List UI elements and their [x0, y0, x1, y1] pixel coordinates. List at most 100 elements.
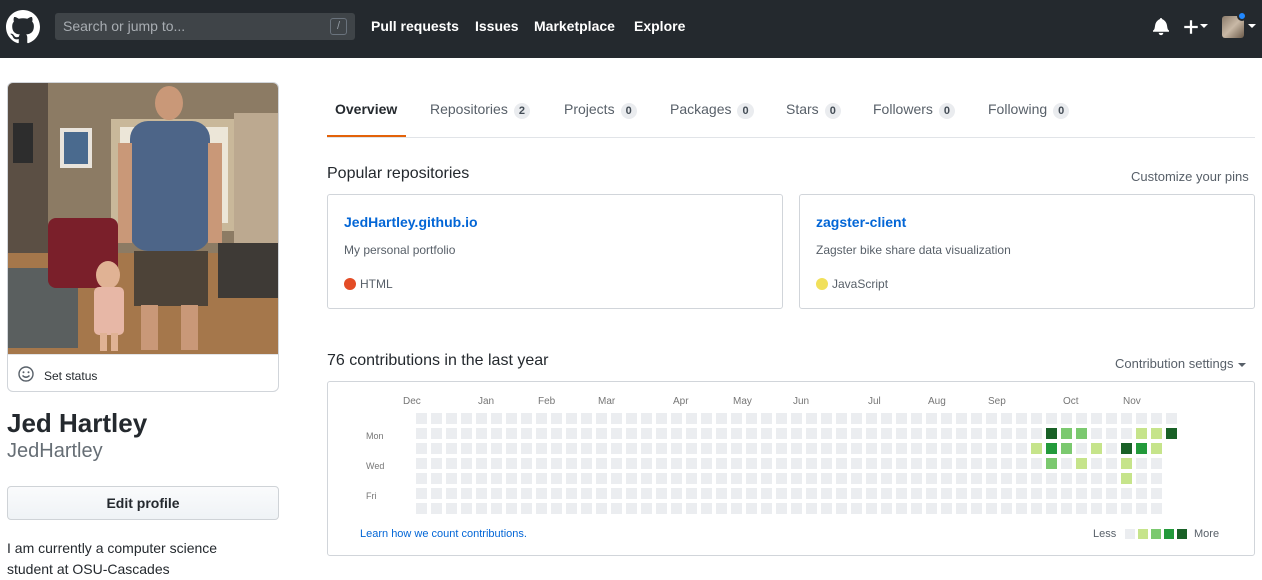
contribution-settings-dropdown[interactable]: Contribution settings	[1115, 356, 1246, 371]
contribution-day[interactable]	[656, 488, 667, 499]
contribution-day[interactable]	[731, 443, 742, 454]
contribution-day[interactable]	[971, 458, 982, 469]
contribution-day[interactable]	[746, 503, 757, 514]
contribution-day[interactable]	[866, 443, 877, 454]
contribution-day[interactable]	[551, 458, 562, 469]
contribution-day[interactable]	[476, 458, 487, 469]
contribution-day[interactable]	[1091, 473, 1102, 484]
contribution-day[interactable]	[1121, 503, 1132, 514]
contribution-day[interactable]	[1031, 413, 1042, 424]
contribution-day[interactable]	[971, 428, 982, 439]
contribution-day[interactable]	[476, 413, 487, 424]
contribution-day[interactable]	[431, 503, 442, 514]
contribution-day[interactable]	[671, 503, 682, 514]
contribution-day[interactable]	[551, 413, 562, 424]
contribution-day[interactable]	[821, 458, 832, 469]
contribution-day[interactable]	[521, 488, 532, 499]
contribution-day[interactable]	[521, 413, 532, 424]
contribution-day[interactable]	[431, 488, 442, 499]
contribution-day[interactable]	[1031, 458, 1042, 469]
contribution-day[interactable]	[491, 458, 502, 469]
tab-followers[interactable]: Followers 0	[873, 101, 956, 119]
contribution-day[interactable]	[866, 473, 877, 484]
contribution-day[interactable]	[1001, 458, 1012, 469]
contribution-day[interactable]	[581, 473, 592, 484]
contribution-day[interactable]	[1106, 443, 1117, 454]
contribution-day[interactable]	[731, 428, 742, 439]
contribution-day[interactable]	[1091, 488, 1102, 499]
search-box[interactable]: Search or jump to... /	[55, 13, 355, 40]
contribution-day[interactable]	[806, 458, 817, 469]
contribution-day[interactable]	[1016, 428, 1027, 439]
contribution-day[interactable]	[656, 473, 667, 484]
contribution-day[interactable]	[611, 473, 622, 484]
contribution-day[interactable]	[551, 473, 562, 484]
contribution-day[interactable]	[821, 413, 832, 424]
contribution-day[interactable]	[491, 443, 502, 454]
contribution-day[interactable]	[536, 428, 547, 439]
contribution-day[interactable]	[1076, 443, 1087, 454]
contribution-day[interactable]	[1076, 488, 1087, 499]
contribution-day[interactable]	[851, 458, 862, 469]
contribution-day[interactable]	[776, 473, 787, 484]
contribution-day[interactable]	[1031, 443, 1042, 454]
contribution-day[interactable]	[1016, 458, 1027, 469]
nav-marketplace[interactable]: Marketplace	[534, 18, 615, 34]
contribution-day[interactable]	[506, 443, 517, 454]
contribution-day[interactable]	[836, 488, 847, 499]
contribution-day[interactable]	[551, 488, 562, 499]
contribution-day[interactable]	[806, 503, 817, 514]
contribution-day[interactable]	[941, 443, 952, 454]
contribution-day[interactable]	[596, 458, 607, 469]
contribution-day[interactable]	[1091, 503, 1102, 514]
contribution-day[interactable]	[986, 473, 997, 484]
contribution-day[interactable]	[1001, 488, 1012, 499]
contribution-day[interactable]	[686, 503, 697, 514]
contribution-day[interactable]	[1061, 443, 1072, 454]
contribution-day[interactable]	[1001, 443, 1012, 454]
contribution-day[interactable]	[1061, 503, 1072, 514]
nav-issues[interactable]: Issues	[475, 18, 519, 34]
contribution-day[interactable]	[1031, 503, 1042, 514]
contribution-day[interactable]	[1136, 488, 1147, 499]
contribution-day[interactable]	[626, 428, 637, 439]
contribution-day[interactable]	[821, 503, 832, 514]
contribution-day[interactable]	[956, 443, 967, 454]
contribution-day[interactable]	[506, 428, 517, 439]
contribution-day[interactable]	[1031, 488, 1042, 499]
contribution-day[interactable]	[671, 458, 682, 469]
contribution-day[interactable]	[806, 443, 817, 454]
contribution-day[interactable]	[746, 488, 757, 499]
contribution-day[interactable]	[1136, 428, 1147, 439]
contribution-day[interactable]	[566, 473, 577, 484]
contribution-day[interactable]	[581, 488, 592, 499]
contribution-day[interactable]	[896, 503, 907, 514]
contribution-day[interactable]	[716, 413, 727, 424]
contribution-day[interactable]	[1016, 413, 1027, 424]
contribution-day[interactable]	[776, 443, 787, 454]
contribution-day[interactable]	[611, 443, 622, 454]
contribution-day[interactable]	[686, 473, 697, 484]
contribution-day[interactable]	[926, 428, 937, 439]
contribution-day[interactable]	[1166, 428, 1177, 439]
profile-photo[interactable]	[8, 83, 278, 354]
contribution-day[interactable]	[986, 413, 997, 424]
contribution-day[interactable]	[461, 473, 472, 484]
contribution-day[interactable]	[1136, 473, 1147, 484]
contribution-day[interactable]	[611, 488, 622, 499]
contribution-day[interactable]	[626, 503, 637, 514]
contribution-day[interactable]	[536, 473, 547, 484]
customize-pins-link[interactable]: Customize your pins	[1131, 169, 1249, 184]
contribution-day[interactable]	[896, 458, 907, 469]
contribution-day[interactable]	[851, 413, 862, 424]
contribution-day[interactable]	[536, 458, 547, 469]
contribution-day[interactable]	[416, 443, 427, 454]
contribution-day[interactable]	[1061, 473, 1072, 484]
contribution-day[interactable]	[1151, 503, 1162, 514]
contribution-day[interactable]	[806, 473, 817, 484]
contribution-day[interactable]	[956, 413, 967, 424]
contribution-day[interactable]	[761, 428, 772, 439]
contribution-day[interactable]	[416, 428, 427, 439]
contribution-day[interactable]	[1016, 503, 1027, 514]
contribution-day[interactable]	[701, 503, 712, 514]
